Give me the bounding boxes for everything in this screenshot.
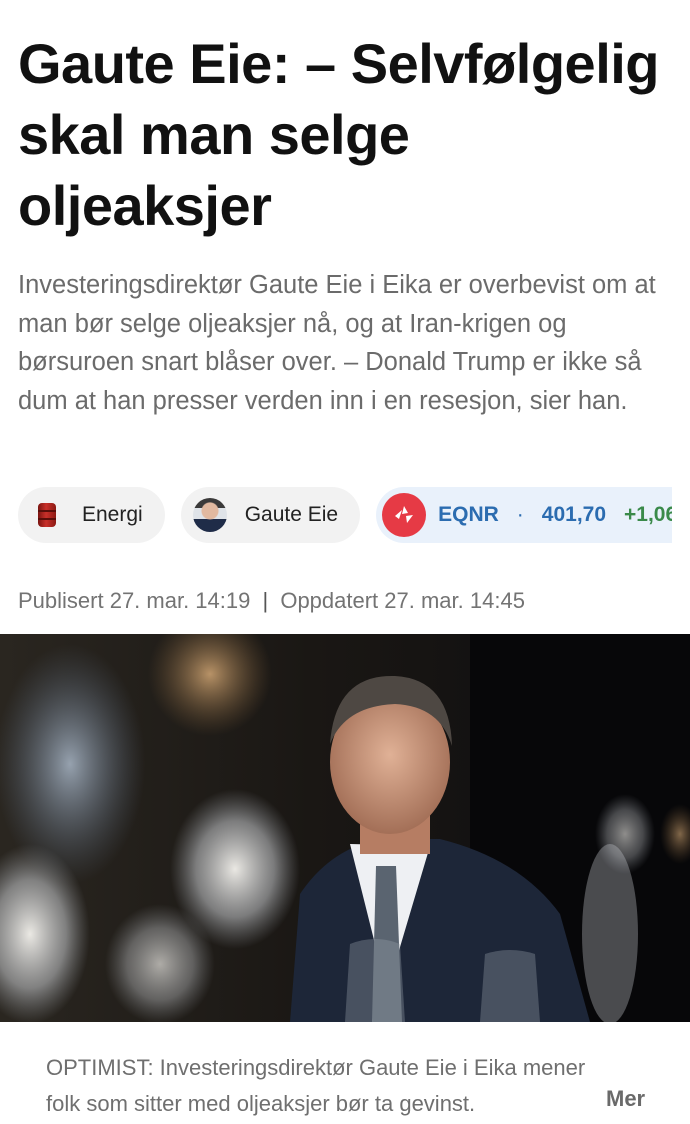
- publish-meta: Publisert 27. mar. 14:19 | Oppdatert 27.…: [18, 588, 525, 614]
- stock-separator: ·: [516, 503, 524, 526]
- caption-text: OPTIMIST: Investeringsdirektør Gaute Eie…: [46, 1055, 586, 1116]
- avatar: [192, 498, 227, 532]
- tag-gaute-eie[interactable]: Gaute Eie: [180, 487, 361, 543]
- updated-time: Oppdatert 27. mar. 14:45: [280, 588, 525, 613]
- equinor-logo-icon: [382, 493, 427, 537]
- tag-label: Gaute Eie: [244, 503, 339, 526]
- tag-row: Energi Gaute Eie EQNR · 401,70 +1,06: [18, 487, 672, 543]
- article-lede: Investeringsdirektør Gaute Eie i Eika er…: [18, 271, 656, 415]
- photo-illustration: [0, 634, 690, 1022]
- tag-label: Energi: [82, 503, 143, 526]
- stock-ticker: EQNR: [438, 503, 499, 526]
- tag-energi[interactable]: Energi: [18, 487, 165, 543]
- published-time: Publisert 27. mar. 14:19: [18, 588, 251, 613]
- meta-separator: |: [262, 588, 269, 613]
- article-page: Gaute Eie: – Selvfølgelig skal man selge…: [0, 0, 690, 1124]
- article-headline: Gaute Eie: – Selvfølgelig skal man selge…: [18, 32, 660, 237]
- oil-barrel-icon: [30, 498, 64, 532]
- stock-ticker-eqnr[interactable]: EQNR · 401,70 +1,06: [376, 487, 672, 543]
- stock-change: +1,06: [624, 503, 672, 526]
- caption-more-button[interactable]: Mer: [606, 1086, 645, 1112]
- photo-caption: OPTIMIST: Investeringsdirektør Gaute Eie…: [46, 1050, 646, 1122]
- stock-price: 401,70: [541, 503, 607, 526]
- article-photo[interactable]: [0, 634, 690, 1022]
